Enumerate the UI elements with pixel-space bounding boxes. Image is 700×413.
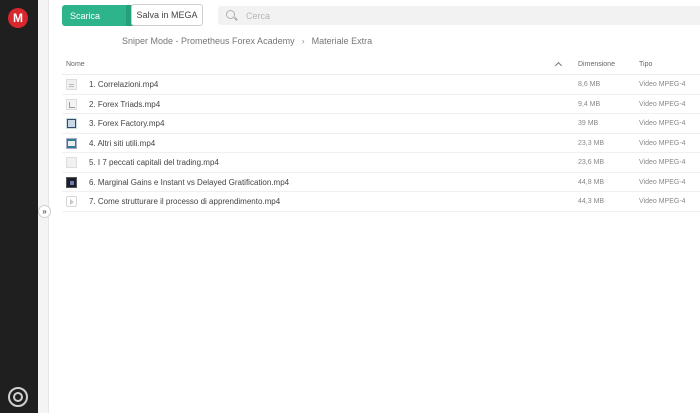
file-table: Nome Dimensione Tipo 1. Correlazioni.mp4… <box>62 57 700 212</box>
download-button[interactable]: Scarica <box>62 5 126 26</box>
file-size: 23,3 MB <box>578 139 605 147</box>
file-type: Video MPEG-4 <box>639 120 686 127</box>
file-size: 44,3 MB <box>578 198 605 205</box>
table-row[interactable]: 4. Altri siti utili.mp4 23,3 MB Video MP… <box>62 134 700 153</box>
search-box[interactable] <box>218 6 700 25</box>
breadcrumb-item-root[interactable]: Sniper Mode - Prometheus Forex Academy <box>122 36 295 46</box>
file-thumbnail-icon <box>66 137 77 149</box>
file-name: 2. Forex Triads.mp4 <box>89 99 161 109</box>
save-to-mega-button[interactable]: Salva in MEGA <box>131 4 203 26</box>
left-rail: M <box>0 0 38 413</box>
file-type: Video MPEG-4 <box>639 139 686 147</box>
file-type: Video MPEG-4 <box>639 178 686 186</box>
table-header: Nome Dimensione Tipo <box>62 57 700 75</box>
file-type: Video MPEG-4 <box>639 159 686 166</box>
table-row[interactable]: 1. Correlazioni.mp4 8,6 MB Video MPEG-4 <box>62 75 700 95</box>
table-row[interactable]: 5. I 7 peccati capitali del trading.mp4 … <box>62 153 700 173</box>
expand-sidebar-icon[interactable]: » <box>38 205 51 218</box>
table-row[interactable]: 3. Forex Factory.mp4 39 MB Video MPEG-4 <box>62 114 700 134</box>
column-header-size[interactable]: Dimensione <box>578 61 615 68</box>
file-name: 4. Altri siti utili.mp4 <box>89 138 156 148</box>
mega-logo-icon[interactable]: M <box>8 8 28 28</box>
file-thumbnail-icon <box>66 157 77 168</box>
video-file-icon <box>66 196 77 207</box>
file-name: 6. Marginal Gains e Instant vs Delayed G… <box>89 177 290 187</box>
table-row[interactable]: 6. Marginal Gains e Instant vs Delayed G… <box>62 173 700 192</box>
file-size: 9,4 MB <box>578 100 601 108</box>
file-name: 7. Come strutturare il processo di appre… <box>89 197 281 206</box>
table-row[interactable]: 7. Come strutturare il processo di appre… <box>62 192 700 212</box>
file-size: 44,8 MB <box>578 178 605 186</box>
file-name: 1. Correlazioni.mp4 <box>89 80 159 89</box>
file-size: 39 MB <box>578 120 599 127</box>
column-header-name[interactable]: Nome <box>66 61 85 68</box>
search-input[interactable] <box>246 9 446 22</box>
file-name: 3. Forex Factory.mp4 <box>89 119 165 128</box>
sort-ascending-icon[interactable] <box>554 61 563 70</box>
file-thumbnail-icon <box>66 79 77 90</box>
file-thumbnail-icon <box>66 176 77 188</box>
column-header-type[interactable]: Tipo <box>639 61 652 68</box>
file-type: Video MPEG-4 <box>639 81 686 88</box>
search-icon <box>226 10 235 19</box>
breadcrumb-separator-icon: › <box>301 36 305 46</box>
transfer-manager-icon[interactable] <box>8 387 28 407</box>
top-bar: Scarica Salva in MEGA <box>49 0 700 30</box>
mega-file-browser: M » Scarica Salva in MEGA Sniper Mode - … <box>0 0 700 413</box>
file-thumbnail-icon <box>66 98 77 110</box>
breadcrumb: Sniper Mode - Prometheus Forex Academy ›… <box>122 35 372 47</box>
file-type: Video MPEG-4 <box>639 198 686 205</box>
file-thumbnail-icon <box>66 118 77 129</box>
breadcrumb-item-current[interactable]: Materiale Extra <box>312 36 373 46</box>
file-name: 5. I 7 peccati capitali del trading.mp4 <box>89 158 219 167</box>
file-size: 23,6 MB <box>578 159 605 166</box>
table-row[interactable]: 2. Forex Triads.mp4 9,4 MB Video MPEG-4 <box>62 95 700 114</box>
file-size: 8,6 MB <box>578 81 601 88</box>
file-type: Video MPEG-4 <box>639 100 686 108</box>
